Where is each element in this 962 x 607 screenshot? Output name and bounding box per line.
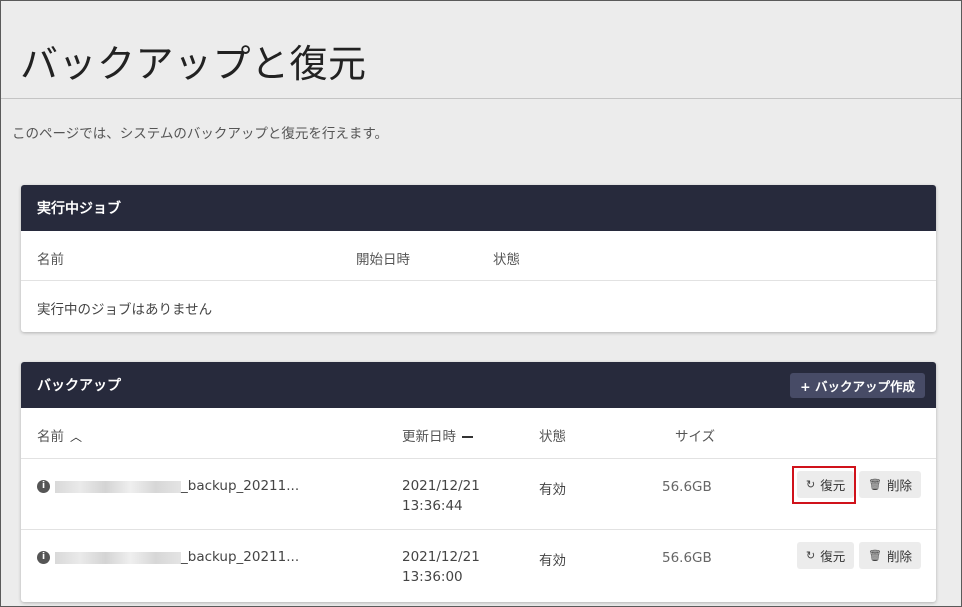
redacted-name — [55, 481, 181, 493]
backup-size: 56.6GB — [662, 479, 712, 495]
dash-icon — [462, 436, 473, 438]
jobs-empty-message: 実行中のジョブはありません — [37, 302, 213, 318]
backup-time: 13:36:44 — [402, 498, 463, 514]
page-description: このページでは、システムのバックアップと復元を行えます。 — [12, 126, 388, 142]
jobs-empty-row: 実行中のジョブはありません — [21, 281, 936, 332]
column-header-name[interactable]: 名前 — [37, 248, 64, 268]
delete-label: 削除 — [886, 478, 912, 493]
trash-icon: 🗑 — [868, 478, 882, 491]
delete-label: 削除 — [886, 549, 912, 564]
restore-button[interactable]: ↻ 復元 — [797, 542, 855, 569]
delete-button[interactable]: 🗑 削除 — [859, 471, 921, 498]
info-icon[interactable]: i — [37, 551, 50, 564]
chevron-up-icon: ︿ — [70, 430, 83, 444]
backup-date: 2021/12/21 — [402, 549, 480, 565]
table-row: i _backup_20211... 2021/12/21 13:36:00 有… — [21, 530, 936, 602]
column-header-status[interactable]: 状態 — [539, 425, 566, 445]
page-title: バックアップと復元 — [20, 42, 367, 86]
backups-panel-header: バックアップ + バックアップ作成 — [21, 362, 936, 408]
backup-size: 56.6GB — [662, 550, 712, 566]
column-header-status[interactable]: 状態 — [493, 248, 520, 268]
column-header-updated-label: 更新日時 — [402, 429, 456, 445]
running-jobs-panel-header: 実行中ジョブ — [21, 185, 936, 231]
backups-title: バックアップ — [37, 378, 121, 394]
create-backup-button[interactable]: + バックアップ作成 — [790, 373, 925, 398]
running-jobs-title: 実行中ジョブ — [37, 201, 121, 217]
column-header-updated[interactable]: 更新日時 — [402, 425, 473, 445]
table-row: i _backup_20211... 2021/12/21 13:36:44 有… — [21, 459, 936, 530]
highlight-box — [792, 466, 856, 504]
backup-status: 有効 — [539, 482, 566, 498]
column-header-size[interactable]: サイズ — [675, 425, 715, 445]
running-jobs-panel: 実行中ジョブ 名前 開始日時 状態 実行中のジョブはありません — [21, 185, 936, 332]
column-header-start-time[interactable]: 開始日時 — [356, 248, 410, 268]
create-backup-label: + バックアップ作成 — [800, 379, 915, 394]
backup-time: 13:36:00 — [402, 569, 463, 585]
backup-status: 有効 — [539, 553, 566, 569]
restore-label: 復元 — [820, 549, 846, 564]
info-icon[interactable]: i — [37, 480, 50, 493]
trash-icon: 🗑 — [868, 549, 882, 562]
backup-name[interactable]: _backup_20211... — [181, 549, 299, 565]
column-header-name-label: 名前 — [37, 429, 64, 445]
jobs-table-header: 名前 開始日時 状態 — [21, 231, 936, 281]
page-header: バックアップと復元 — [1, 1, 961, 99]
column-header-name[interactable]: 名前 ︿ — [37, 425, 82, 445]
restore-icon: ↻ — [806, 549, 816, 562]
backup-date: 2021/12/21 — [402, 478, 480, 494]
redacted-name — [55, 552, 181, 564]
delete-button[interactable]: 🗑 削除 — [859, 542, 921, 569]
backup-name[interactable]: _backup_20211... — [181, 478, 299, 494]
backups-panel: バックアップ + バックアップ作成 名前 ︿ 更新日時 状態 サイズ i _bac… — [21, 362, 936, 602]
backups-table-header: 名前 ︿ 更新日時 状態 サイズ — [21, 408, 936, 459]
